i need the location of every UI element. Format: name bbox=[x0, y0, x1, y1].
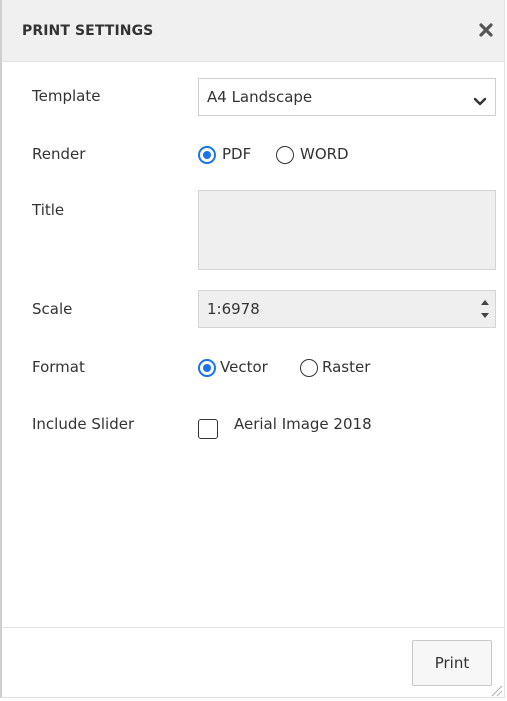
radio-word[interactable] bbox=[276, 146, 294, 164]
panel-footer: Print bbox=[2, 627, 504, 697]
format-label: Format bbox=[32, 358, 85, 376]
radio-vector-label: Vector bbox=[220, 358, 268, 376]
scale-label: Scale bbox=[32, 300, 73, 318]
radio-vector[interactable] bbox=[198, 359, 216, 377]
scale-input[interactable]: 1:6978 bbox=[198, 290, 496, 328]
print-settings-panel: PRINT SETTINGS Template A4 Landscape Ren… bbox=[0, 0, 505, 698]
close-icon[interactable] bbox=[476, 20, 496, 40]
title-textarea[interactable] bbox=[198, 190, 496, 270]
scale-value: 1:6978 bbox=[207, 300, 260, 318]
title-label: Title bbox=[32, 201, 65, 219]
resize-grip-icon[interactable] bbox=[489, 682, 503, 697]
render-option-word[interactable]: WORD bbox=[276, 145, 366, 167]
radio-raster[interactable] bbox=[300, 359, 318, 377]
radio-pdf[interactable] bbox=[198, 146, 216, 164]
radio-raster-label: Raster bbox=[322, 358, 371, 376]
render-option-pdf[interactable]: PDF bbox=[198, 145, 278, 167]
template-label: Template bbox=[32, 87, 101, 105]
render-label: Render bbox=[32, 145, 86, 163]
include-slider-label: Include Slider bbox=[32, 415, 135, 433]
print-button[interactable]: Print bbox=[412, 640, 492, 686]
format-option-vector[interactable]: Vector bbox=[198, 358, 294, 380]
aerial-image-label: Aerial Image 2018 bbox=[234, 415, 372, 433]
radio-word-label: WORD bbox=[300, 145, 349, 163]
aerial-image-checkbox[interactable] bbox=[198, 419, 218, 439]
template-selected-value: A4 Landscape bbox=[207, 88, 313, 106]
chevron-down-icon bbox=[473, 92, 487, 111]
panel-title: PRINT SETTINGS bbox=[22, 23, 154, 39]
format-option-raster[interactable]: Raster bbox=[300, 358, 390, 380]
panel-header: PRINT SETTINGS bbox=[2, 0, 504, 62]
template-select[interactable]: A4 Landscape bbox=[198, 78, 496, 116]
spinner-icon[interactable] bbox=[479, 296, 491, 322]
radio-pdf-label: PDF bbox=[222, 145, 252, 163]
